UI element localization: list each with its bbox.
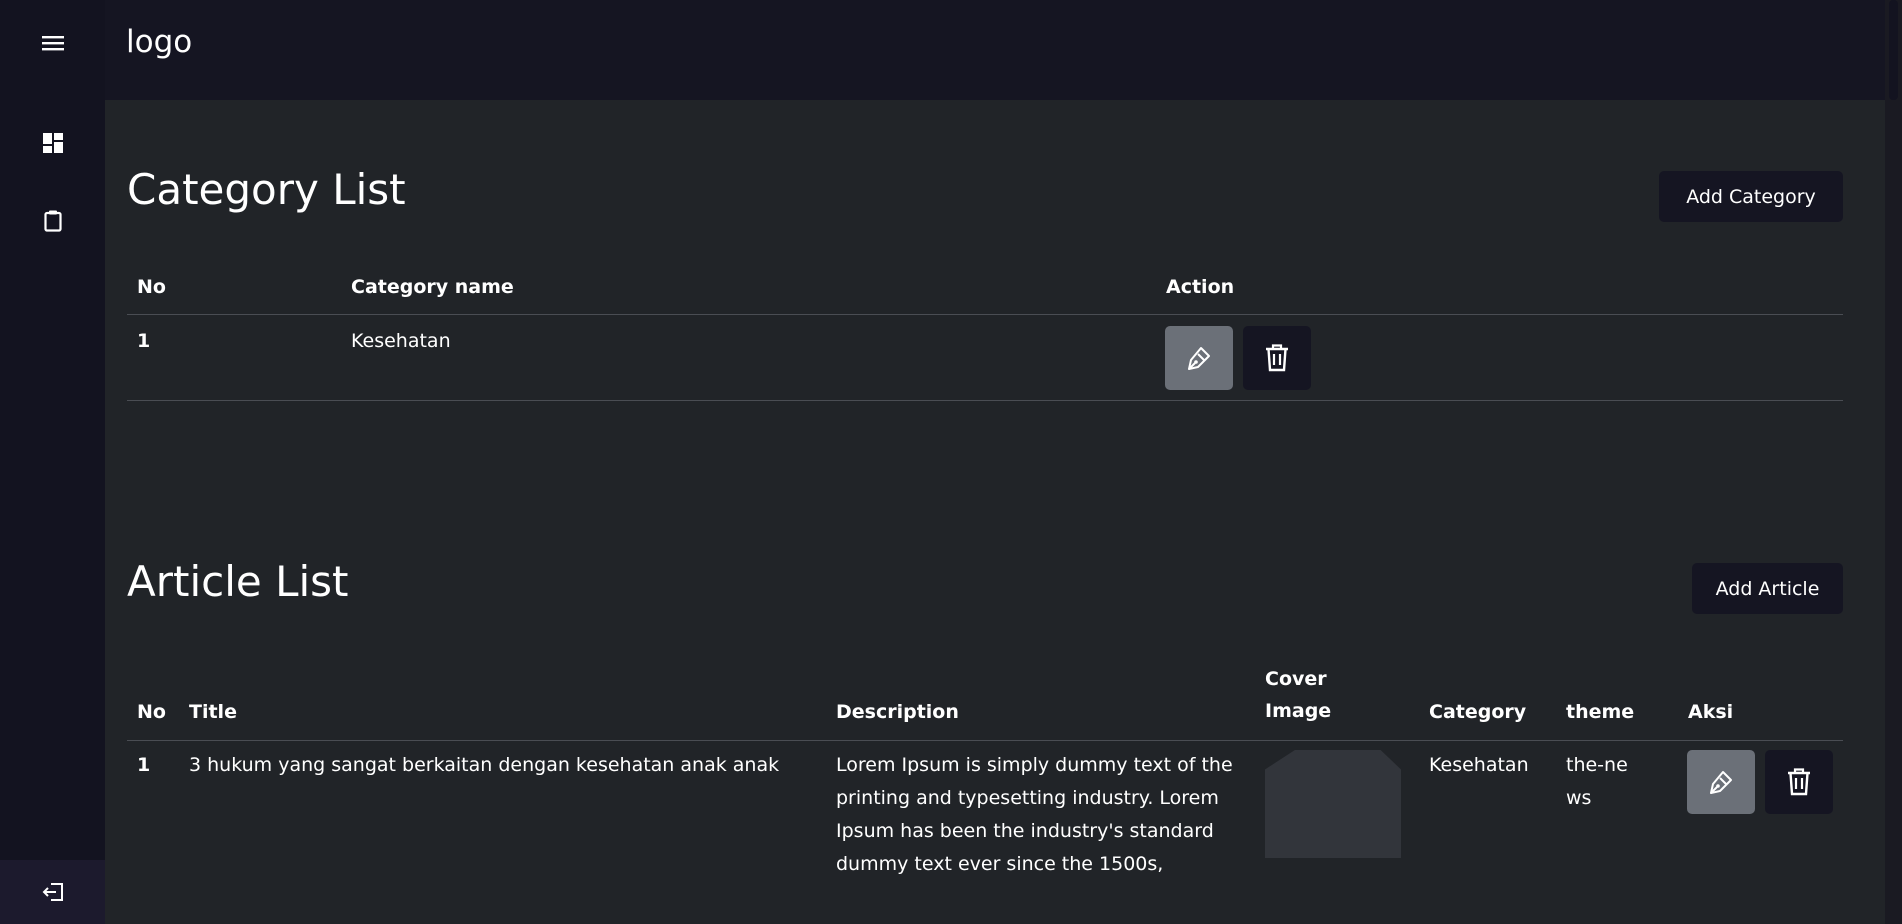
category-name: Kesehatan — [351, 330, 451, 352]
pen-icon — [1710, 771, 1732, 794]
column-header-theme: theme — [1566, 701, 1635, 723]
logo: logo — [126, 24, 193, 60]
add-article-button[interactable]: Add Article — [1692, 563, 1843, 614]
row-number: 1 — [137, 754, 151, 776]
column-header-aksi: Aksi — [1688, 701, 1734, 723]
article-list-title: Article List — [127, 557, 349, 606]
logout-icon — [42, 883, 63, 901]
article-description: Lorem Ipsum is simply dummy text of the … — [836, 754, 1233, 875]
article-theme: the-news — [1566, 754, 1628, 809]
column-header-action: Action — [1166, 276, 1235, 298]
table-divider — [127, 400, 1843, 401]
scrollbar-thumb[interactable] — [1889, 0, 1898, 100]
top-bar: logo — [105, 0, 1885, 100]
delete-article-button[interactable] — [1765, 750, 1833, 814]
category-list-title: Category List — [127, 165, 406, 214]
vertical-scrollbar[interactable] — [1885, 0, 1902, 924]
trash-icon — [1788, 768, 1810, 796]
edit-category-button[interactable] — [1165, 326, 1233, 390]
column-header-no: No — [137, 276, 166, 298]
column-header-category: Category — [1429, 701, 1527, 723]
add-category-button[interactable]: Add Category — [1659, 171, 1843, 222]
column-header-description: Description — [836, 701, 959, 723]
column-header-title: Title — [189, 701, 237, 723]
dashboard-icon — [42, 133, 63, 153]
trash-icon — [1266, 344, 1288, 372]
clipboard-icon — [43, 210, 62, 232]
logout-button[interactable] — [0, 860, 105, 924]
column-header-category-name: Category name — [351, 276, 514, 298]
column-header-no: No — [137, 701, 166, 723]
delete-category-button[interactable] — [1243, 326, 1311, 390]
article-title: 3 hukum yang sangat berkaitan dengan kes… — [189, 754, 780, 776]
sidebar — [0, 0, 105, 924]
article-category: Kesehatan — [1429, 754, 1529, 776]
table-divider — [127, 740, 1843, 741]
pen-icon — [1188, 347, 1210, 370]
sidebar-item-dashboard[interactable] — [0, 121, 105, 165]
column-header-cover-image: Cover Image — [1265, 668, 1332, 722]
cover-image-thumbnail — [1265, 750, 1401, 858]
edit-article-button[interactable] — [1687, 750, 1755, 814]
hamburger-icon — [41, 36, 64, 51]
menu-toggle-button[interactable] — [0, 21, 105, 65]
table-divider — [127, 314, 1843, 315]
row-number: 1 — [137, 330, 151, 352]
sidebar-item-articles[interactable] — [0, 199, 105, 243]
